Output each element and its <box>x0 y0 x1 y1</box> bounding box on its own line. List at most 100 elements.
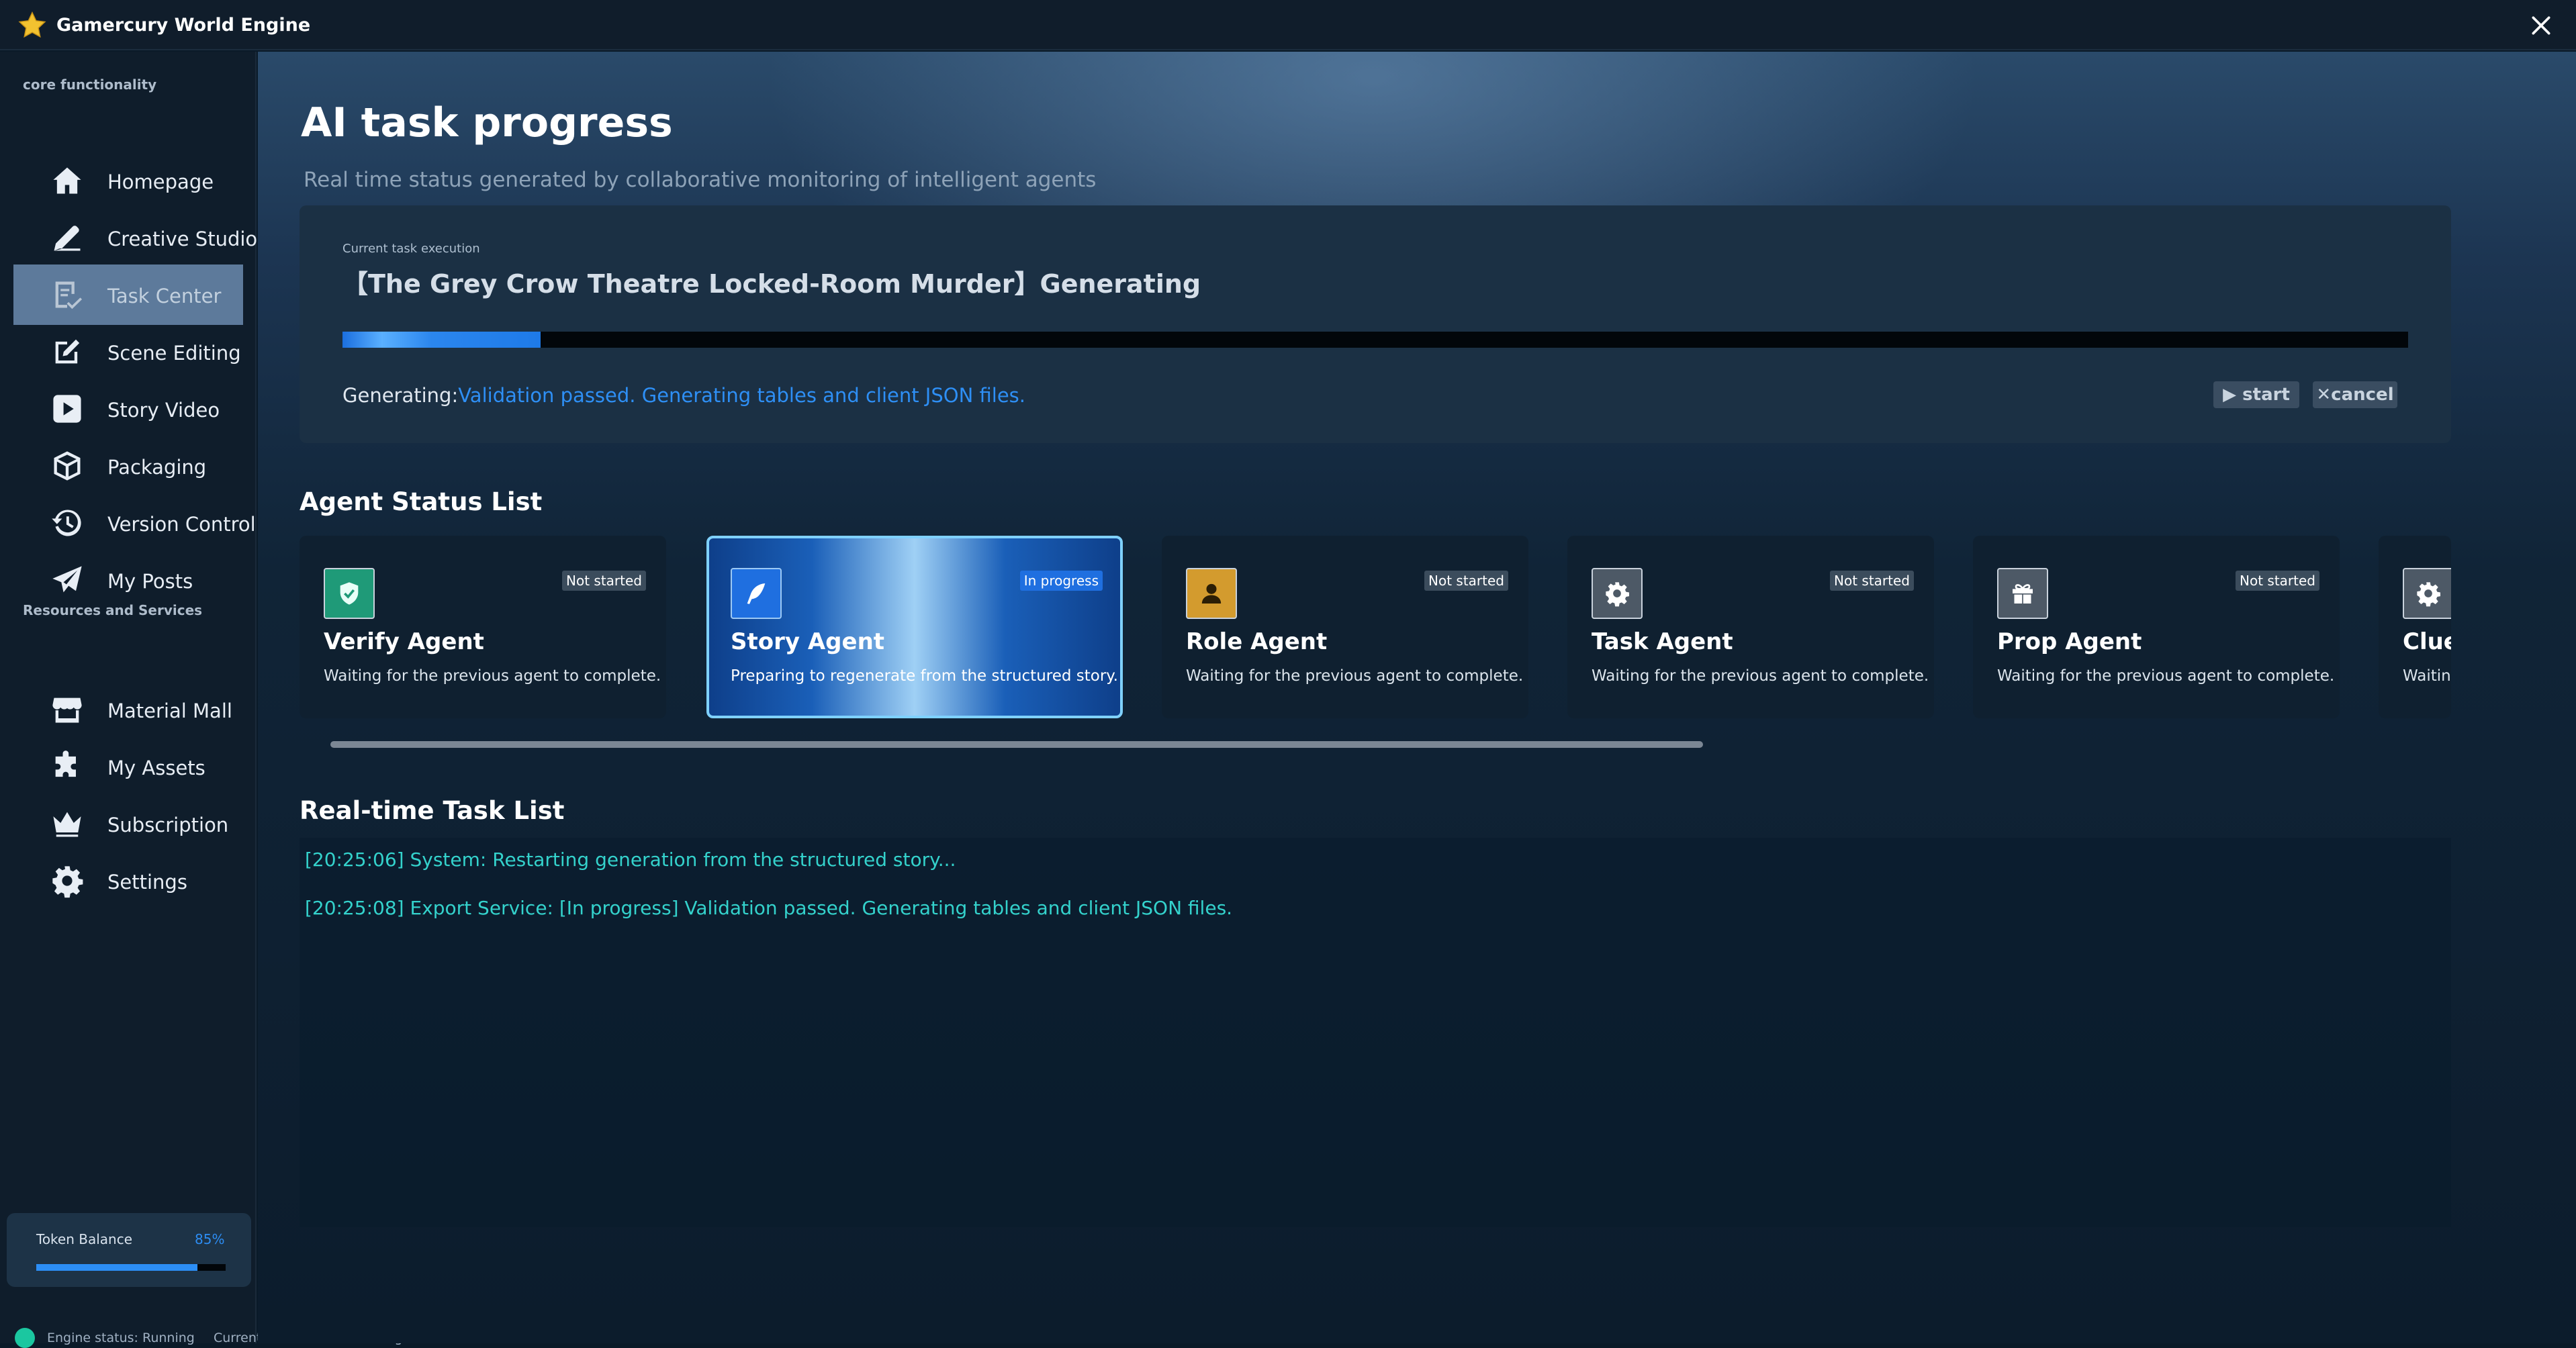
person-icon <box>1201 583 1222 604</box>
title-bar: Gamercury World Engine <box>0 0 2576 50</box>
sidebar-item-packaging[interactable]: Packaging <box>13 436 243 496</box>
task-check-icon <box>55 281 83 309</box>
sidebar-item-label: Settings <box>107 871 187 894</box>
puzzle-icon <box>55 751 76 777</box>
gear-icon <box>1606 582 1629 607</box>
agent-name: Story Agent <box>731 628 885 655</box>
task-progress-fill <box>342 332 541 348</box>
agent-icon-tile <box>1592 568 1643 619</box>
sidebar-item-my-posts[interactable]: My Posts <box>13 550 243 610</box>
play-icon <box>53 395 81 423</box>
home-icon <box>53 167 81 194</box>
section-label-core: core functionality <box>23 77 157 93</box>
sidebar-item-label: My Posts <box>107 570 193 593</box>
agent-icon-tile <box>731 568 782 619</box>
agent-status-badge: Not started <box>2236 571 2319 591</box>
sidebar-item-label: Creative Studio <box>107 228 258 250</box>
cancel-button[interactable]: ✕cancel <box>2313 381 2397 408</box>
store-icon <box>52 697 82 723</box>
agent-status-badge: Not started <box>1424 571 1508 591</box>
sidebar-item-label: Homepage <box>107 171 214 193</box>
current-task-card: Current task execution 【The Grey Crow Th… <box>300 205 2451 443</box>
pencil-icon <box>54 226 81 251</box>
sidebar-item-material-mall[interactable]: Material Mall <box>13 679 243 740</box>
sidebar-item-subscription[interactable]: Subscription <box>13 793 243 854</box>
agent-icon-tile <box>1997 568 2048 619</box>
page-subtitle: Real time status generated by collaborat… <box>304 168 1097 192</box>
token-balance-value: 85% <box>195 1231 225 1247</box>
edit-icon <box>55 339 80 364</box>
sidebar-item-label: Scene Editing <box>107 342 241 365</box>
gift-icon <box>2013 584 2033 604</box>
agent-description: Waiting for the previous agent to comple… <box>1592 667 1929 685</box>
agent-description: Preparing to regenerate from the structu… <box>731 667 1118 685</box>
log-line: [20:25:08] Export Service: [In progress]… <box>305 897 1233 919</box>
crown-icon <box>53 812 81 837</box>
sidebar-item-label: Material Mall <box>107 700 232 722</box>
generation-status-prefix: Generating: <box>342 384 459 407</box>
agent-card-story[interactable]: In progress Story Agent Preparing to reg… <box>706 536 1123 718</box>
task-log-panel: [20:25:06] System: Restarting generation… <box>300 838 2451 1227</box>
start-button[interactable]: ▶ start <box>2213 381 2299 408</box>
star-icon <box>18 11 46 38</box>
token-balance-bar <box>36 1264 226 1271</box>
agent-status-heading: Agent Status List <box>300 487 543 516</box>
agent-status-badge: Not started <box>1830 571 1914 591</box>
agent-name: Prop Agent <box>1997 628 2142 655</box>
agent-description: Waiting for the previous agent to comple… <box>1997 667 2335 685</box>
agent-icon-tile <box>1186 568 1237 619</box>
agent-name: Verify Agent <box>324 628 484 655</box>
agent-description: Waiting for the previous agent to comple… <box>324 667 661 685</box>
sidebar-item-creative-studio[interactable]: Creative Studio <box>13 207 257 268</box>
engine-status-indicator <box>15 1328 35 1348</box>
agent-name: Clue <box>2403 628 2451 655</box>
sidebar-item-label: Task Center <box>107 285 222 307</box>
agent-card-prop[interactable]: Not started Prop Agent Waiting for the p… <box>1973 536 2340 718</box>
sidebar-item-task-center[interactable]: Task Center <box>13 264 243 325</box>
agent-status-list[interactable]: Not started Verify Agent Waiting for the… <box>300 536 2451 718</box>
token-balance-label: Token Balance <box>36 1231 133 1247</box>
token-balance-fill <box>36 1264 197 1271</box>
sidebar-item-label: Packaging <box>107 456 207 479</box>
history-icon <box>52 510 81 536</box>
app-title: Gamercury World Engine <box>56 15 311 36</box>
task-list-heading: Real-time Task List <box>300 796 565 825</box>
gear-icon <box>2417 582 2440 607</box>
agent-status-badge: Not started <box>562 571 646 591</box>
agent-card-task[interactable]: Not started Task Agent Waiting for the p… <box>1567 536 1934 718</box>
agent-description: Waitin <box>2403 667 2451 685</box>
sidebar-item-label: Version Control <box>107 513 256 536</box>
sidebar-item-story-video[interactable]: Story Video <box>13 379 243 439</box>
sidebar-item-label: My Assets <box>107 757 205 779</box>
agent-card-verify[interactable]: Not started Verify Agent Waiting for the… <box>300 536 666 718</box>
sidebar-item-label: Subscription <box>107 814 229 836</box>
close-icon[interactable] <box>2528 12 2555 39</box>
agent-description: Waiting for the previous agent to comple… <box>1186 667 1524 685</box>
generation-status: Generating:Validation passed. Generating… <box>342 384 1025 407</box>
box-icon <box>54 451 81 481</box>
section-label-resources: Resources and Services <box>23 602 203 618</box>
agent-icon-tile <box>324 568 375 619</box>
sidebar-item-label: Story Video <box>107 399 220 422</box>
gear-icon <box>52 866 83 898</box>
page-title: AI task progress <box>301 99 673 146</box>
generation-status-message: Validation passed. Generating tables and… <box>458 384 1025 407</box>
agent-name: Task Agent <box>1592 628 1733 655</box>
feather-icon <box>747 583 766 604</box>
sidebar-item-settings[interactable]: Settings <box>13 851 243 911</box>
shield-check-icon <box>340 582 359 605</box>
sidebar-item-scene-editing[interactable]: Scene Editing <box>13 322 243 382</box>
agent-card-role[interactable]: Not started Role Agent Waiting for the p… <box>1162 536 1528 718</box>
sidebar-item-homepage[interactable]: Homepage <box>13 150 243 211</box>
sidebar: core functionality Homepage Creative Stu… <box>0 52 257 1343</box>
token-balance-card: Token Balance 85% <box>7 1213 251 1287</box>
agent-icon-tile <box>2403 568 2451 619</box>
task-caption: Current task execution <box>342 242 480 256</box>
agent-card-clue[interactable]: Clue Waitin <box>2379 536 2451 718</box>
sidebar-item-version-control[interactable]: Version Control <box>13 493 256 553</box>
task-name: 【The Grey Crow Theatre Locked-Room Murde… <box>342 269 1201 299</box>
sidebar-item-my-assets[interactable]: My Assets <box>13 736 243 797</box>
task-progress-bar <box>342 332 2408 348</box>
agent-list-scrollbar[interactable] <box>330 741 1703 748</box>
send-icon <box>52 566 82 593</box>
